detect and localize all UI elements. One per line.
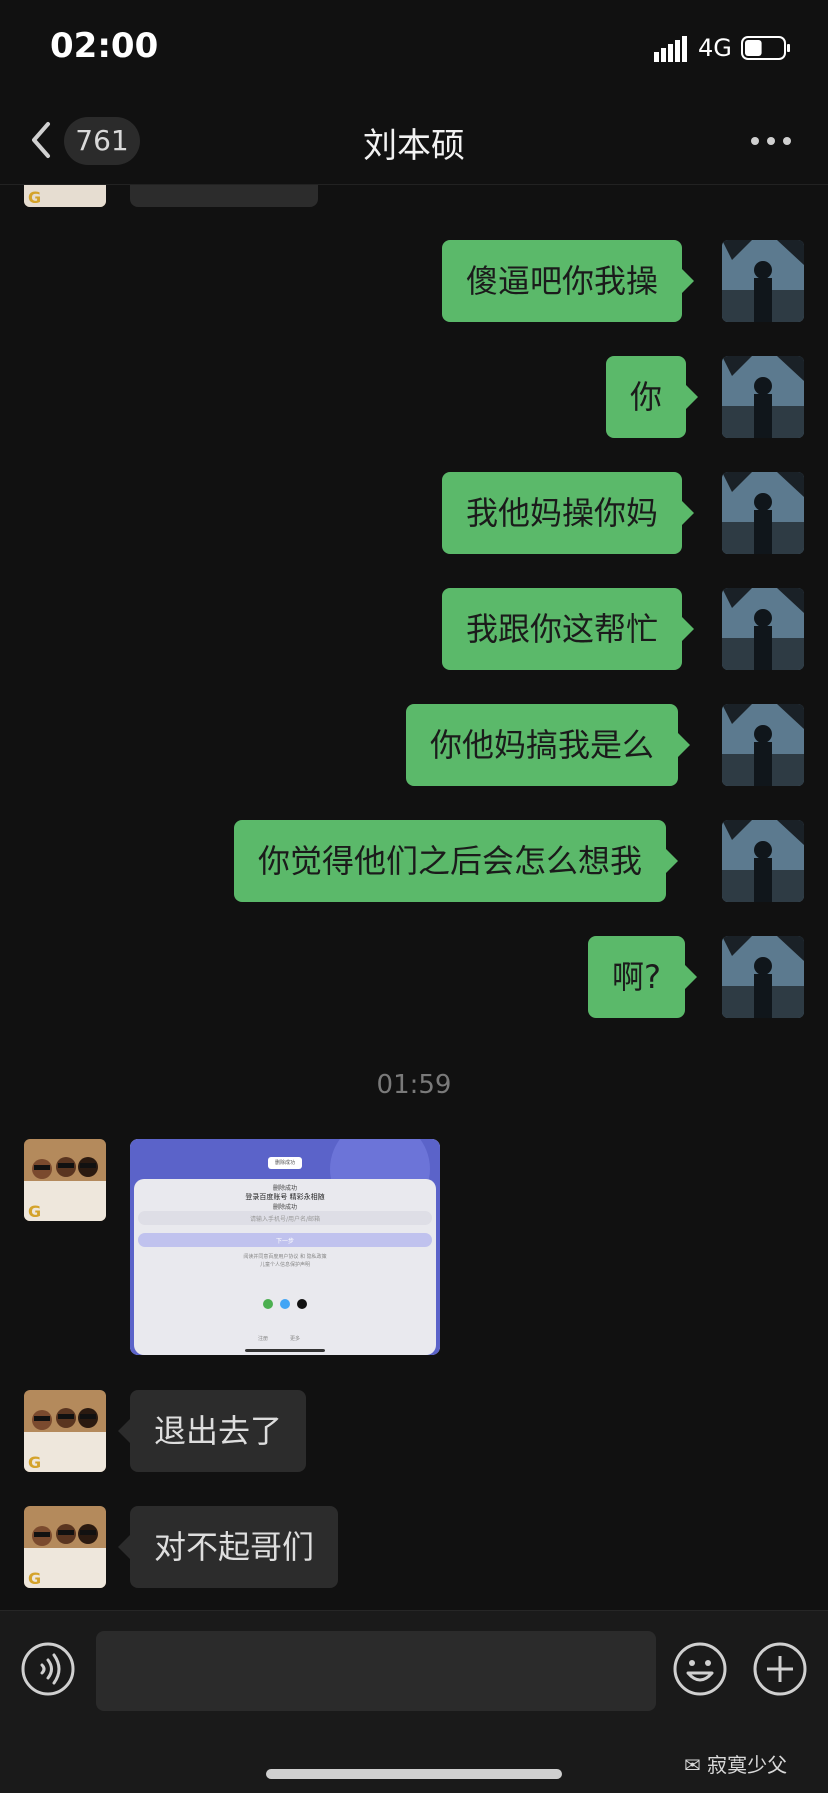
my-avatar[interactable]	[722, 472, 804, 554]
add-more-plus-icon[interactable]	[752, 1641, 808, 1697]
wechat-logo-icon: ✉	[684, 1753, 701, 1777]
my-message-bubble[interactable]: 啊?	[588, 936, 697, 1018]
my-avatar-image	[722, 356, 804, 438]
screenshot-chip-3: 删除成功	[272, 1204, 297, 1211]
my-avatar[interactable]	[722, 820, 804, 902]
my-avatar-image	[722, 820, 804, 902]
my-avatar[interactable]	[722, 704, 804, 786]
status-time: 02:00	[50, 26, 159, 66]
svg-text:G: G	[28, 188, 41, 207]
svg-text:G: G	[28, 1202, 41, 1221]
contact-avatar-image: G	[24, 1390, 106, 1472]
svg-text:G: G	[28, 1569, 41, 1588]
emoji-icon[interactable]	[672, 1641, 728, 1697]
my-avatar[interactable]	[722, 936, 804, 1018]
my-avatar[interactable]	[722, 588, 804, 670]
my-avatar-image	[722, 472, 804, 554]
svg-text:G: G	[28, 1453, 41, 1472]
watermark-text: 寂寞少父	[707, 1753, 788, 1777]
message-timestamp: 01:59	[376, 1070, 452, 1100]
network-type: 4G	[698, 34, 732, 62]
contact-avatar-image: G	[24, 1139, 106, 1221]
battery-icon	[741, 36, 790, 60]
my-message-bubble[interactable]: 你他妈搞我是么	[406, 704, 691, 786]
image-message[interactable]: 删除成功 删除成功 登录百度账号 精彩永相随 删除成功 请输入手机号/用户名/邮…	[130, 1139, 440, 1355]
my-message-bubble[interactable]: 我他妈操你妈	[442, 472, 695, 554]
my-avatar[interactable]	[722, 356, 804, 438]
their-message-bubble[interactable]: 退出去了	[117, 1390, 307, 1472]
message-bubble-partial[interactable]	[130, 185, 318, 207]
screenshot-agree: 阅读并同意百度用户协议 和 隐私政策	[243, 1254, 327, 1260]
my-avatar[interactable]	[722, 240, 804, 322]
contact-avatar[interactable]: G	[24, 185, 106, 207]
message-text-input[interactable]	[96, 1631, 656, 1711]
contact-avatar-image: G	[24, 1506, 106, 1588]
message-list[interactable]: G 傻逼吧你我操 你 我他妈操你妈 我跟你这帮忙 你他妈搞我是么 你觉得他们之后…	[0, 185, 828, 1610]
more-options-icon[interactable]	[750, 134, 792, 148]
screenshot-chip-2: 删除成功	[272, 1185, 297, 1192]
contact-avatar[interactable]: G	[24, 1139, 106, 1221]
image-message-content	[130, 1139, 440, 1355]
screenshot-agree-2: 儿童个人信息保护声明	[259, 1262, 310, 1268]
back-chevron-icon[interactable]	[26, 120, 56, 160]
screenshot-heading: 登录百度账号 精彩永相随	[245, 1193, 325, 1201]
my-message-bubble[interactable]: 你觉得他们之后会怎么想我	[234, 820, 679, 902]
my-message-bubble[interactable]: 你	[606, 356, 699, 438]
my-message-bubble[interactable]: 我跟你这帮忙	[442, 588, 695, 670]
my-avatar-image	[722, 704, 804, 786]
screenshot-footer-left: 注册	[258, 1336, 269, 1342]
their-message-bubble[interactable]: 对不起哥们	[117, 1506, 339, 1588]
my-avatar-image	[722, 936, 804, 1018]
screenshot-field: 请输入手机号/用户名/邮箱	[249, 1216, 321, 1223]
my-avatar-image	[722, 588, 804, 670]
watermark: ✉ 寂寞少父	[684, 1749, 787, 1778]
contact-avatar[interactable]: G	[24, 1506, 106, 1588]
chat-input-bar: ✉ 寂寞少父	[0, 1610, 828, 1793]
status-bar: 02:00 4G	[0, 0, 828, 100]
contact-avatar-image: G	[24, 185, 106, 207]
voice-input-icon[interactable]	[20, 1641, 76, 1697]
screenshot-footer-right: 更多	[290, 1336, 301, 1342]
my-avatar-image	[722, 240, 804, 322]
home-indicator[interactable]	[266, 1769, 562, 1779]
chat-title: 刘本硕	[363, 126, 465, 166]
screenshot-chip: 删除成功	[274, 1160, 295, 1166]
my-message-bubble[interactable]: 傻逼吧你我操	[442, 240, 695, 322]
contact-avatar[interactable]: G	[24, 1390, 106, 1472]
screenshot-button: 下一步	[275, 1238, 294, 1245]
unread-count-badge[interactable]: 761	[64, 117, 140, 165]
signal-strength-icon	[654, 36, 687, 62]
chat-nav-bar: 761 刘本硕	[0, 100, 828, 185]
